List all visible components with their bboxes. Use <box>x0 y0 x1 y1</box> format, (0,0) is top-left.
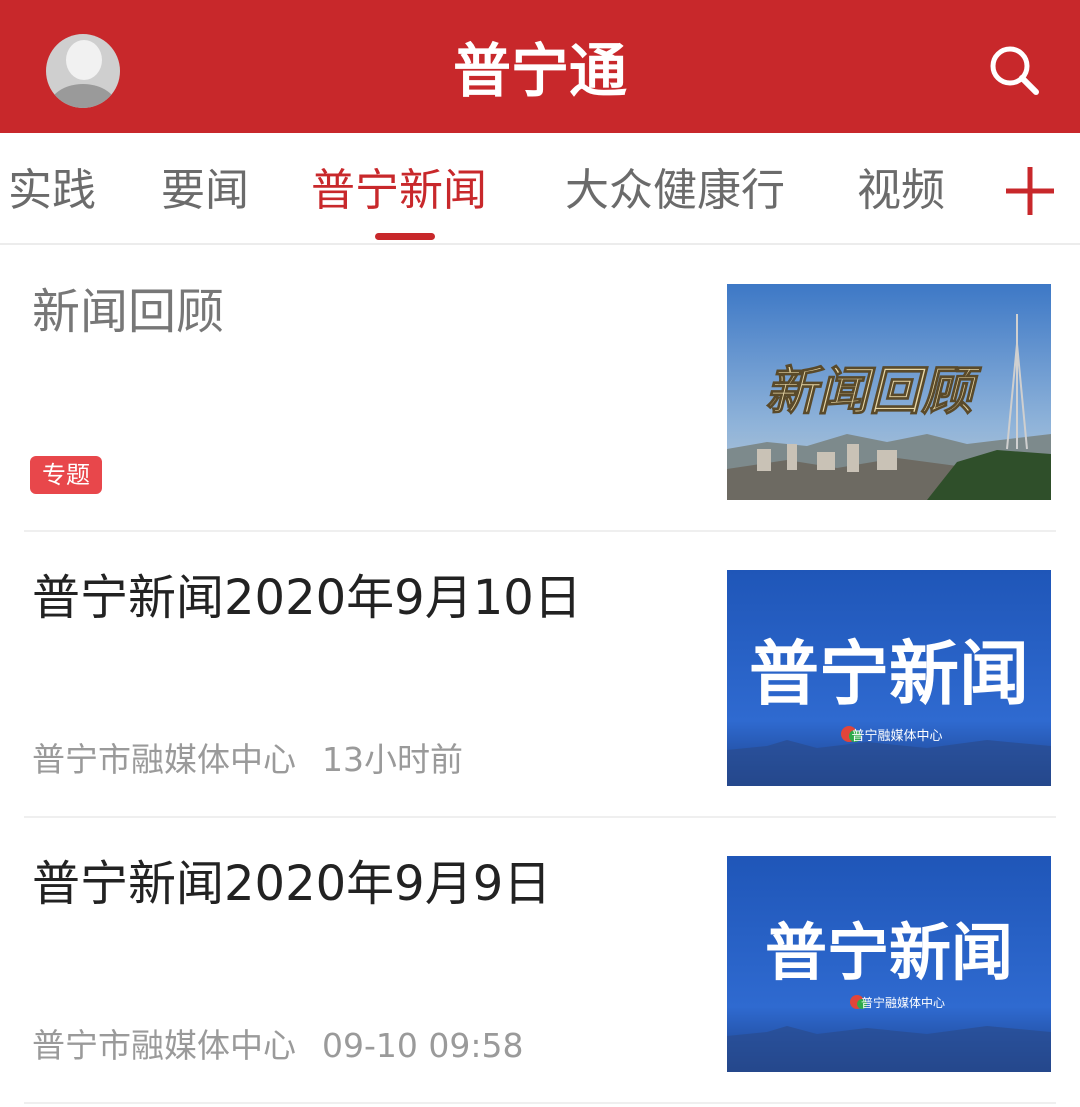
news-list-item[interactable]: 普宁新闻2020年9月9日 普宁市融媒体中心 09-10 09:58 普宁新闻 普… <box>24 818 1056 1104</box>
app-title: 普宁通 <box>452 37 627 105</box>
topic-tag: 专题 <box>30 456 102 494</box>
thumbnail-caption: 新闻回顾 <box>765 361 982 422</box>
news-title: 普宁新闻2020年9月9日 <box>32 856 552 912</box>
thumbnail-caption: 普宁新闻 <box>765 916 1013 989</box>
tab-yaowen[interactable]: 要闻 <box>161 163 249 219</box>
thumbnail-subcaption: 普宁融媒体中心 <box>851 728 942 744</box>
news-time: 13小时前 <box>322 740 463 779</box>
tab-video[interactable]: 视频 <box>857 163 945 219</box>
active-tab-indicator <box>375 233 435 240</box>
news-thumbnail: 新闻回顾 <box>727 284 1051 500</box>
search-icon[interactable] <box>984 40 1044 100</box>
tab-shijian[interactable]: 实践 <box>8 163 96 219</box>
news-meta: 普宁市融媒体中心 09-10 09:58 <box>32 1024 523 1068</box>
tab-health[interactable]: 大众健康行 <box>565 163 785 219</box>
thumbnail-caption: 普宁新闻 <box>749 632 1029 715</box>
thumbnail-subcaption: 普宁融媒体中心 <box>861 995 945 1010</box>
plus-icon[interactable] <box>1000 161 1060 221</box>
news-thumbnail: 普宁新闻 普宁融媒体中心 <box>727 856 1051 1072</box>
news-thumbnail: 普宁新闻 普宁融媒体中心 <box>727 570 1051 786</box>
channel-tab-bar: 实践 要闻 普宁新闻 大众健康行 视频 <box>0 133 1080 245</box>
news-list-item[interactable]: 新闻回顾 专题 新闻回顾 <box>24 246 1056 532</box>
tab-puning-news[interactable]: 普宁新闻 <box>311 163 487 219</box>
news-list-item[interactable]: 普宁新闻2020年9月10日 普宁市融媒体中心 13小时前 普宁新闻 普宁融媒体中… <box>24 532 1056 818</box>
app-header: 普宁通 <box>0 0 1080 133</box>
news-title: 新闻回顾 <box>32 284 225 340</box>
news-source: 普宁市融媒体中心 <box>32 1026 296 1065</box>
news-meta: 普宁市融媒体中心 13小时前 <box>32 738 463 782</box>
news-title: 普宁新闻2020年9月10日 <box>32 570 582 626</box>
news-source: 普宁市融媒体中心 <box>32 740 296 779</box>
news-time: 09-10 09:58 <box>322 1026 524 1065</box>
